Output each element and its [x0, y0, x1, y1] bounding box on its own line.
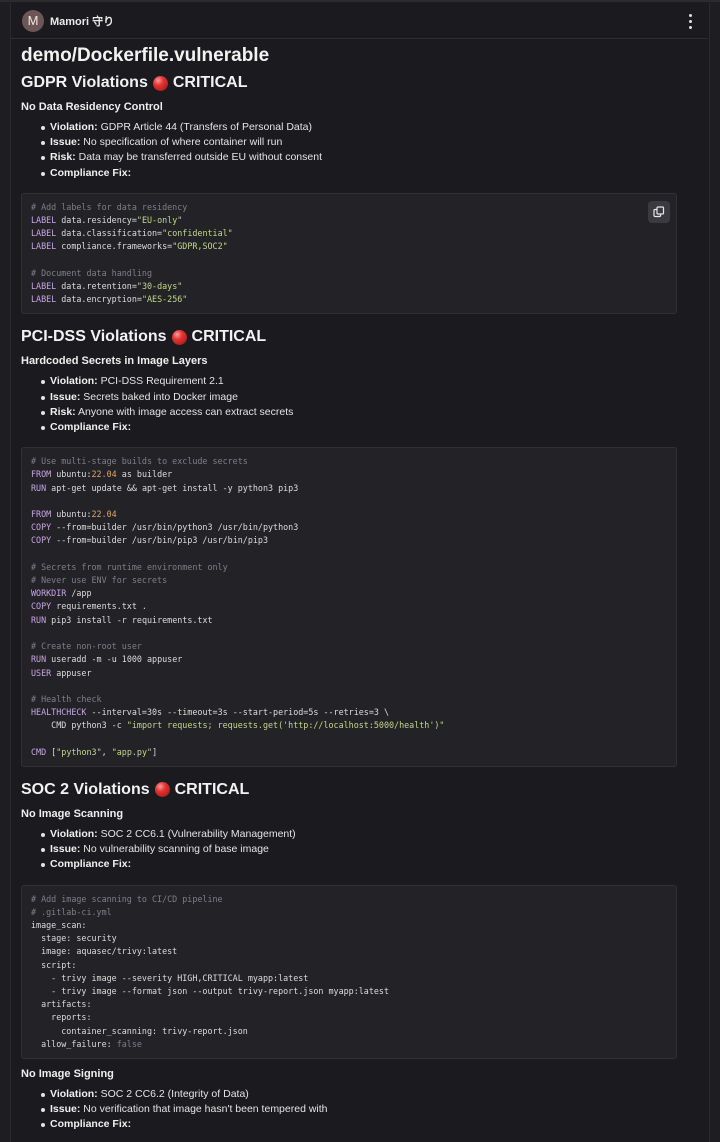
list-item: Issue: No specification of where contain… — [41, 135, 677, 150]
code-block-gdpr[interactable]: # Add labels for data residency LABEL da… — [21, 192, 677, 315]
message-content: demo/Dockerfile.vulnerable GDPR Violatio… — [21, 44, 677, 1133]
section-heading-soc2: SOC 2 Violations CRITICAL — [21, 779, 677, 801]
list-item: Issue: No vulnerability scanning of base… — [41, 842, 677, 857]
section-subtitle: Hardcoded Secrets in Image Layers — [21, 355, 208, 368]
code-text[interactable]: # Add labels for data residency LABEL da… — [31, 201, 667, 307]
list-item: Issue: No verification that image hasn't… — [41, 1102, 677, 1117]
bullet-list: Violation: PCI-DSS Requirement 2.1 Issue… — [21, 374, 677, 435]
list-item: Compliance Fix: — [41, 857, 677, 872]
avatar[interactable]: M — [22, 10, 44, 32]
bullet-list: Violation: SOC 2 CC6.2 (Integrity of Dat… — [21, 1087, 677, 1133]
section-heading-pci: PCI-DSS Violations CRITICAL — [21, 326, 677, 348]
red-circle-icon — [154, 782, 170, 798]
red-circle-icon — [152, 75, 168, 91]
message-header: M Mamori 守り — [10, 4, 708, 39]
code-block-pci[interactable]: # Use multi-stage builds to exclude secr… — [21, 447, 677, 767]
section-title: SOC 2 Violations — [21, 780, 150, 798]
list-item: Risk: Anyone with image access can extra… — [41, 405, 677, 420]
section-heading-gdpr: GDPR Violations CRITICAL — [21, 72, 677, 94]
severity-badge: CRITICAL — [174, 780, 250, 798]
section-subtitle: No Image Scanning — [21, 807, 124, 820]
section-subtitle: No Image Signing — [21, 1067, 114, 1080]
kebab-menu-icon[interactable] — [688, 14, 694, 30]
code-text[interactable]: # Add image scanning to CI/CD pipeline #… — [31, 893, 667, 1051]
code-block-soc2[interactable]: # Add image scanning to CI/CD pipeline #… — [21, 884, 677, 1059]
bullet-list: Violation: SOC 2 CC6.1 (Vulnerability Ma… — [21, 827, 677, 873]
list-item: Risk: Data may be transferred outside EU… — [41, 150, 677, 165]
severity-badge: CRITICAL — [172, 74, 248, 91]
red-circle-icon — [171, 329, 187, 345]
list-item: Compliance Fix: — [41, 166, 677, 181]
list-item: Violation: SOC 2 CC6.2 (Integrity of Dat… — [41, 1087, 677, 1102]
page-title: demo/Dockerfile.vulnerable — [21, 45, 270, 66]
list-item: Compliance Fix: — [41, 1117, 677, 1132]
section-title: GDPR Violations — [21, 74, 148, 91]
section-title: PCI-DSS Violations — [21, 328, 167, 346]
list-item: Issue: Secrets baked into Docker image — [41, 390, 677, 405]
copy-icon[interactable] — [648, 200, 670, 223]
bullet-list: Violation: GDPR Article 44 (Transfers of… — [21, 120, 677, 181]
top-border — [0, 0, 720, 2]
severity-badge: CRITICAL — [191, 328, 267, 346]
code-text[interactable]: # Use multi-stage builds to exclude secr… — [31, 455, 667, 759]
list-item: Compliance Fix: — [41, 420, 677, 435]
section-subtitle: No Data Residency Control — [21, 101, 163, 113]
list-item: Violation: GDPR Article 44 (Transfers of… — [41, 120, 677, 135]
list-item: Violation: PCI-DSS Requirement 2.1 — [41, 374, 677, 389]
list-item: Violation: SOC 2 CC6.1 (Vulnerability Ma… — [41, 827, 677, 842]
username[interactable]: Mamori 守り — [50, 13, 114, 29]
